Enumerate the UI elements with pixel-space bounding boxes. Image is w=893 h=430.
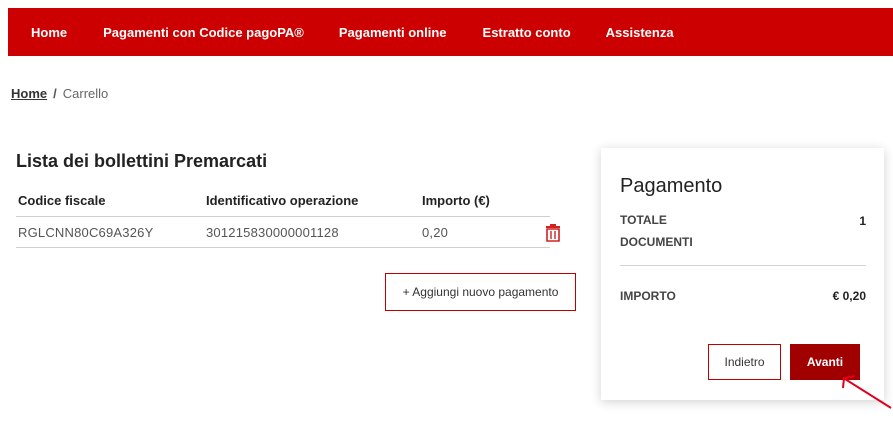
cell-importo: 0,20 [422, 225, 449, 240]
list-title: Lista dei bollettini Premarcati [16, 151, 268, 171]
payment-summary-card: Pagamento TOTALE DOCUMENTI 1 IMPORTO € 0… [601, 148, 884, 400]
breadcrumb: Home / Carrello [11, 86, 108, 101]
back-button[interactable]: Indietro [708, 344, 781, 380]
column-header-identificativo: Identificativo operazione [206, 193, 359, 208]
breadcrumb-current: Carrello [62, 86, 109, 101]
breadcrumb-separator: / [53, 86, 57, 101]
bollettini-table: Codice fiscale Identificativo operazione… [16, 186, 560, 248]
nav-estratto-conto[interactable]: Estratto conto [483, 25, 571, 40]
importo-value: € 0,20 [832, 289, 866, 303]
top-navigation-bar: Home Pagamenti con Codice pagoPA® Pagame… [8, 8, 893, 56]
column-header-importo: Importo (€) [422, 193, 490, 208]
nav-assistenza[interactable]: Assistenza [606, 25, 674, 40]
breadcrumb-home-link[interactable]: Home [11, 86, 47, 101]
totale-documenti-value: 1 [859, 214, 866, 228]
importo-label: IMPORTO [620, 289, 676, 303]
divider [620, 265, 866, 266]
nav-pagamenti-online[interactable]: Pagamenti online [339, 25, 447, 40]
table-row: RGLCNN80C69A326Y 301215830000001128 0,20 [16, 217, 560, 248]
cell-identificativo: 301215830000001128 [206, 225, 339, 240]
annotation-arrow-icon [842, 375, 892, 409]
column-header-codice-fiscale: Codice fiscale [18, 193, 106, 208]
table-header: Codice fiscale Identificativo operazione… [16, 186, 550, 217]
nav-pagamenti-codice-pagopa[interactable]: Pagamenti con Codice pagoPA® [103, 25, 304, 40]
trash-icon[interactable] [543, 223, 563, 243]
payment-title: Pagamento [620, 175, 723, 197]
nav-home[interactable]: Home [31, 25, 67, 40]
cell-codice-fiscale: RGLCNN80C69A326Y [18, 225, 154, 240]
totale-documenti-label: TOTALE DOCUMENTI [620, 213, 693, 249]
add-new-payment-button[interactable]: + Aggiungi nuovo pagamento [385, 273, 576, 311]
